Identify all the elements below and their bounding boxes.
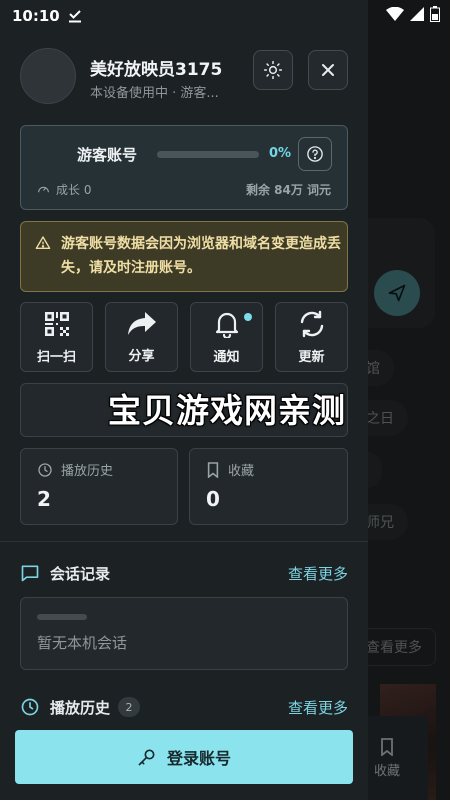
play-history-title: 播放历史	[50, 698, 111, 717]
key-icon	[138, 749, 155, 766]
avatar[interactable]	[20, 48, 76, 104]
login-button-label: 登录账号	[166, 749, 231, 768]
section-divider	[0, 541, 368, 542]
favorites-stat-header: 收藏	[206, 460, 254, 479]
status-icons	[386, 6, 440, 22]
notification-button[interactable]: 通知	[190, 302, 263, 372]
unread-dot	[244, 313, 252, 321]
growth-info: 成长 0	[37, 181, 91, 198]
screen: 馆 之日 师兄 查看更多 收藏 美好放映员3175 本设备使用中 · 游客...	[0, 0, 450, 800]
login-button[interactable]: 登录账号	[15, 730, 353, 784]
scan-button[interactable]: 扫一扫	[20, 302, 93, 372]
signal-icon	[410, 7, 424, 21]
favorites-stat-value: 0	[206, 487, 220, 511]
share-label: 分享	[128, 348, 155, 364]
gauge-icon	[38, 186, 49, 193]
sessions-more-link[interactable]: 查看更多	[288, 563, 348, 584]
status-time: 10:10	[12, 7, 60, 25]
bookmark-icon	[207, 461, 219, 478]
warning-text: 游客账号数据会因为浏览器和域名变更造成丢失，请及时注册账号。	[61, 236, 341, 276]
notification-label: 通知	[213, 349, 240, 365]
guest-warning-notice: 游客账号数据会因为浏览器和域名变更造成丢失，请及时注册账号。	[20, 221, 348, 292]
help-button[interactable]	[298, 137, 332, 171]
favorites-stat-label: 收藏	[228, 464, 255, 479]
close-button[interactable]	[308, 50, 348, 90]
history-stat-header: 播放历史	[37, 460, 113, 479]
play-history-section-header: 播放历史 2 查看更多	[20, 695, 348, 719]
update-label: 更新	[298, 349, 325, 365]
clock-icon	[21, 698, 39, 716]
play-history-more-link[interactable]: 查看更多	[288, 697, 348, 718]
growth-progress-bar	[157, 151, 259, 158]
share-button[interactable]: 分享	[105, 302, 178, 372]
growth-progress-percent: 0%	[269, 146, 292, 161]
sessions-empty-card: 暂无本机会话	[20, 597, 348, 670]
play-history-count-badge: 2	[118, 697, 141, 717]
watermark-text: 宝贝游戏网亲测	[108, 391, 346, 430]
warning-icon	[35, 236, 51, 249]
question-icon	[307, 146, 323, 162]
update-button[interactable]: 更新	[275, 302, 348, 372]
battery-icon	[430, 6, 440, 22]
guest-account-title: 游客账号	[77, 146, 138, 164]
profile-subtitle: 本设备使用中 · 游客...	[90, 86, 219, 101]
guest-account-card: 游客账号 0% 成长 0 剩余 84万 词元	[20, 125, 348, 210]
status-bar: 10:10	[0, 0, 450, 32]
qr-code-icon	[44, 311, 69, 336]
sun-icon	[263, 60, 283, 80]
favorites-stat-card[interactable]: 收藏 0	[189, 448, 348, 525]
theme-toggle-button[interactable]	[253, 50, 293, 90]
clock-icon	[38, 462, 52, 477]
profile-header: 美好放映员3175 本设备使用中 · 游客...	[20, 48, 350, 106]
refresh-icon	[300, 310, 323, 337]
history-stat-card[interactable]: 播放历史 2	[20, 448, 178, 525]
profile-name: 美好放映员3175	[90, 60, 223, 80]
history-stat-value: 2	[37, 487, 51, 511]
wifi-icon	[386, 7, 404, 21]
close-icon	[322, 64, 334, 76]
growth-label: 成长 0	[56, 183, 92, 197]
bell-icon	[215, 312, 238, 338]
placeholder-line	[37, 614, 87, 620]
remaining-tokens: 剩余 84万 词元	[245, 183, 331, 197]
history-stat-label: 播放历史	[61, 464, 114, 479]
download-done-icon	[68, 10, 81, 23]
sessions-section-header: 会话记录 查看更多	[20, 561, 348, 585]
scan-label: 扫一扫	[36, 349, 76, 365]
sessions-title: 会话记录	[50, 564, 111, 583]
chat-icon	[21, 565, 39, 582]
share-icon	[127, 311, 156, 335]
sessions-empty-text: 暂无本机会话	[37, 634, 128, 652]
